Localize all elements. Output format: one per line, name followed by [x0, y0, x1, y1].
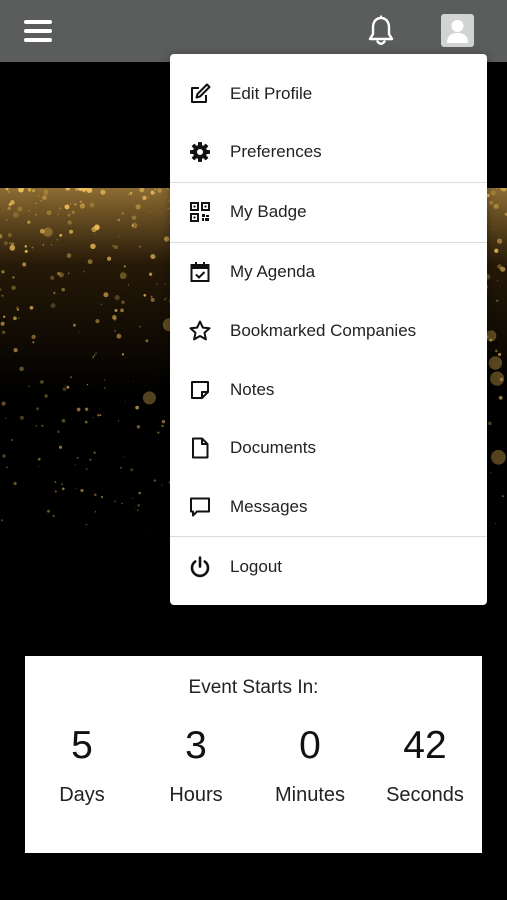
star-icon	[188, 319, 212, 343]
menu-item-my-badge[interactable]: My Badge	[170, 186, 487, 238]
countdown-unit-label: Seconds	[386, 784, 464, 806]
countdown-card: Event Starts In: 5 Days 3 Hours 0 Minute…	[25, 656, 482, 853]
countdown-title: Event Starts In:	[188, 677, 319, 698]
countdown-value: 0	[299, 724, 321, 767]
menu-item-logout[interactable]: Logout	[170, 541, 487, 593]
user-avatar-icon[interactable]	[441, 14, 474, 47]
countdown-minutes: 0 Minutes	[253, 724, 367, 807]
menu-item-notes[interactable]: Notes	[170, 364, 487, 416]
menu-item-label: Preferences	[230, 142, 322, 161]
menu-item-label: Notes	[230, 380, 275, 399]
menu-item-edit-profile[interactable]: Edit Profile	[170, 68, 487, 120]
countdown-seconds: 42 Seconds	[368, 724, 482, 807]
top-bar	[0, 0, 507, 62]
menu-item-label: My Badge	[230, 202, 307, 221]
menu-item-documents[interactable]: Documents	[170, 422, 487, 474]
menu-item-bookmarked-companies[interactable]: Bookmarked Companies	[170, 305, 487, 357]
countdown-days: 5 Days	[25, 724, 139, 807]
calendar-check-icon	[188, 260, 212, 284]
power-icon	[188, 555, 212, 579]
gear-icon	[188, 140, 212, 164]
countdown-value: 3	[185, 724, 207, 767]
edit-icon	[188, 82, 212, 106]
menu-divider	[170, 182, 487, 183]
menu-item-preferences[interactable]: Preferences	[170, 126, 487, 178]
menu-item-label: Logout	[230, 557, 282, 576]
countdown-unit-label: Hours	[169, 784, 223, 806]
countdown-unit-label: Days	[59, 784, 105, 806]
countdown-value: 42	[403, 724, 447, 767]
menu-item-label: Edit Profile	[230, 84, 313, 103]
note-icon	[188, 378, 212, 402]
message-icon	[188, 495, 212, 519]
menu-item-label: Messages	[230, 497, 308, 516]
countdown-unit-label: Minutes	[274, 784, 346, 806]
menu-divider	[170, 242, 487, 243]
menu-divider	[170, 536, 487, 537]
menu-item-my-agenda[interactable]: My Agenda	[170, 246, 487, 298]
countdown-hours: 3 Hours	[139, 724, 253, 807]
profile-dropdown-menu: Edit Profile Preferences My Badge My Age…	[170, 54, 487, 605]
menu-item-label: My Agenda	[230, 262, 316, 281]
menu-item-label: Documents	[230, 438, 316, 457]
menu-item-messages[interactable]: Messages	[170, 481, 487, 533]
hamburger-icon[interactable]	[24, 19, 52, 43]
document-icon	[188, 436, 212, 460]
countdown-value: 5	[71, 724, 93, 767]
qr-code-icon	[188, 200, 212, 224]
menu-item-label: Bookmarked Companies	[230, 321, 417, 340]
bell-icon[interactable]	[366, 15, 396, 47]
